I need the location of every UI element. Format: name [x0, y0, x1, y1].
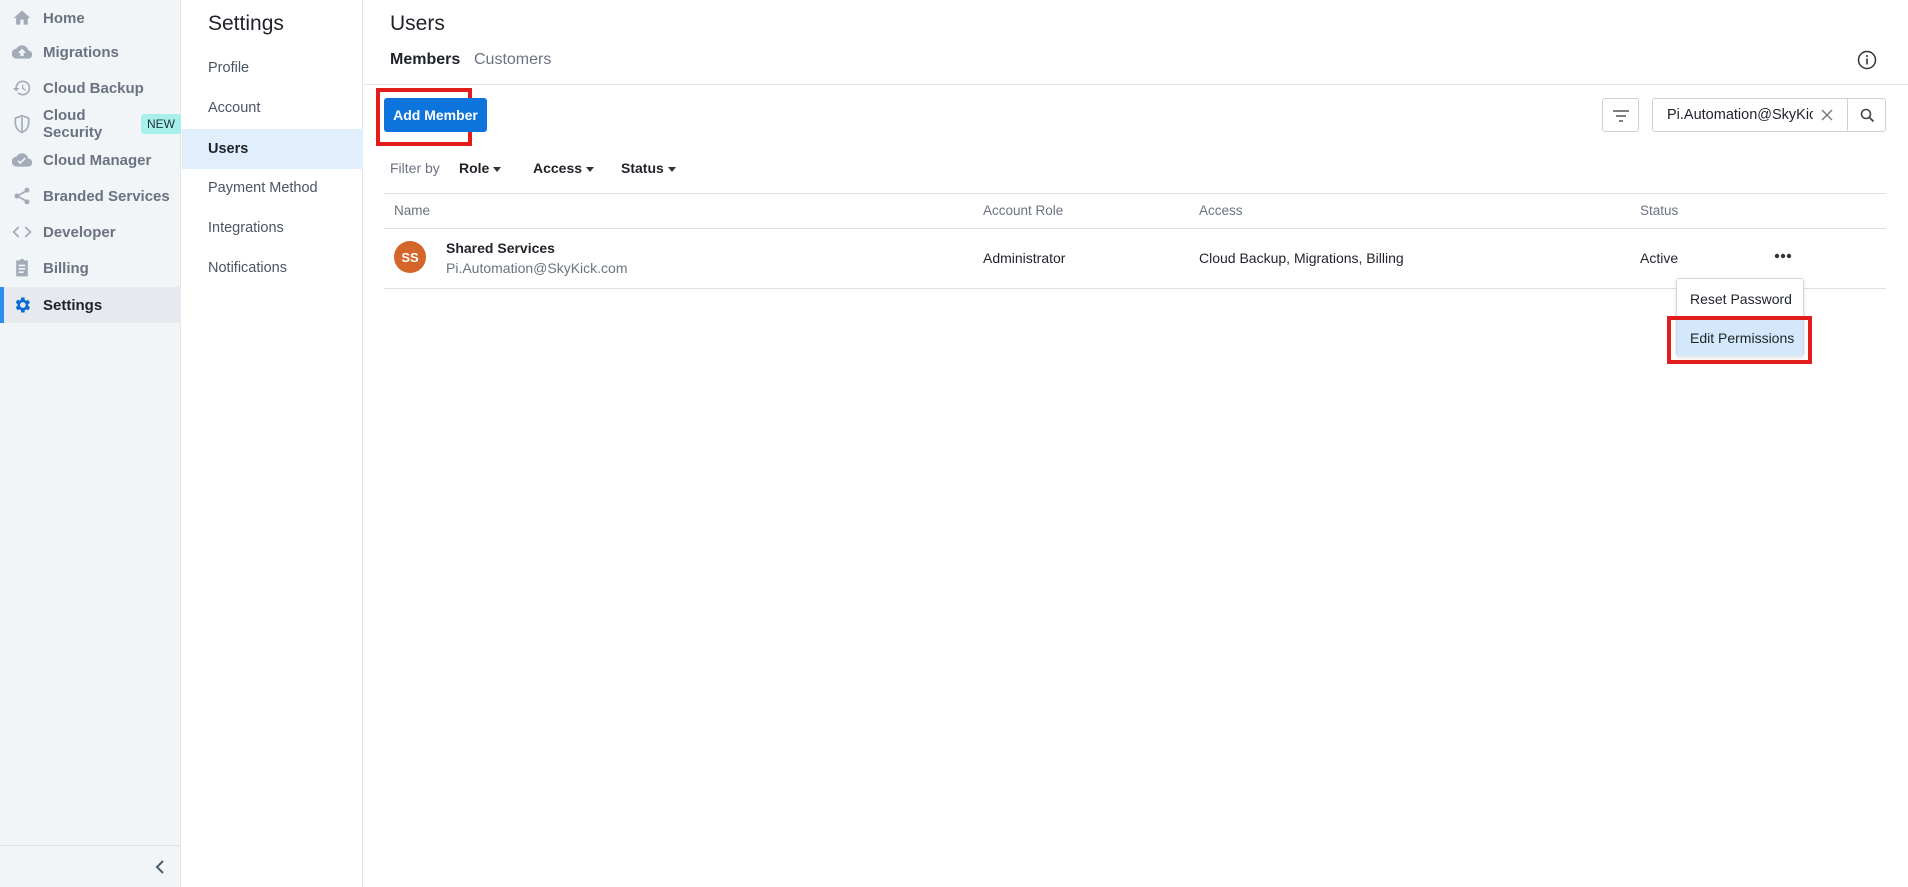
member-status: Active: [1640, 250, 1679, 266]
row-border: [384, 288, 1886, 289]
settings-item-profile[interactable]: Profile: [182, 48, 363, 88]
home-icon: [12, 8, 32, 28]
nav-item-cloud-security[interactable]: Cloud Security NEW: [0, 106, 181, 142]
sidebar-nav: Home Migrations Cloud Backup Cloud Secur…: [0, 0, 181, 887]
nav-label: Developer: [43, 223, 116, 241]
search-icon: [1860, 108, 1875, 123]
nav-item-billing[interactable]: Billing: [0, 250, 181, 286]
table-row[interactable]: SS Shared Services Pi.Automation@SkyKick…: [384, 229, 1886, 288]
tab-customers[interactable]: Customers: [474, 51, 551, 69]
info-icon[interactable]: [1857, 50, 1877, 70]
settings-item-payment-method[interactable]: Payment Method: [182, 168, 363, 208]
nav-label: Branded Services: [43, 187, 170, 205]
caret-down-icon: [667, 166, 676, 172]
history-icon: [12, 78, 32, 98]
search-input[interactable]: [1653, 99, 1813, 131]
menu-item-reset-password[interactable]: Reset Password: [1677, 279, 1803, 319]
nav-item-home[interactable]: Home: [0, 0, 181, 36]
column-header-status: Status: [1640, 203, 1679, 218]
role-filter-label: Role: [459, 160, 490, 176]
settings-title: Settings: [208, 12, 284, 35]
column-header-name: Name: [394, 203, 431, 218]
cloud-check-icon: [12, 150, 32, 170]
gear-icon: [12, 295, 32, 315]
code-icon: [12, 222, 32, 242]
settings-panel: Settings Profile Account Users Payment M…: [182, 0, 363, 887]
role-filter-dropdown[interactable]: Role: [459, 160, 502, 176]
settings-item-integrations[interactable]: Integrations: [182, 208, 363, 248]
status-filter-label: Status: [621, 160, 664, 176]
member-email: Pi.Automation@SkyKick.com: [446, 260, 628, 276]
settings-item-notifications[interactable]: Notifications: [182, 248, 363, 288]
search-box: [1652, 98, 1886, 132]
nav-label: Billing: [43, 259, 89, 277]
clipboard-icon: [12, 258, 32, 278]
nav-label: Migrations: [43, 43, 119, 61]
member-role: Administrator: [983, 250, 1066, 266]
column-header-account-role: Account Role: [983, 203, 1064, 218]
new-badge: NEW: [141, 114, 181, 134]
settings-item-account[interactable]: Account: [182, 88, 363, 128]
filter-button[interactable]: [1602, 98, 1639, 132]
shield-icon: [12, 114, 32, 134]
member-name: Shared Services: [446, 240, 555, 256]
collapse-sidebar-button[interactable]: [0, 845, 181, 887]
table-top-border: [384, 193, 1886, 194]
nav-label: Home: [43, 9, 85, 27]
add-member-button[interactable]: Add Member: [384, 98, 487, 132]
tab-members[interactable]: Members: [390, 51, 460, 69]
chevron-left-icon: [155, 860, 164, 874]
share-icon: [12, 186, 32, 206]
cloud-upload-icon: [12, 42, 32, 62]
page-title: Users: [390, 12, 445, 35]
filter-icon: [1613, 110, 1629, 122]
caret-down-icon: [493, 166, 502, 172]
nav-item-settings[interactable]: Settings: [0, 287, 181, 323]
nav-label: Cloud Manager: [43, 151, 152, 169]
header-divider: [364, 84, 1908, 85]
nav-label: Settings: [43, 296, 103, 314]
highlight-box: [1667, 316, 1812, 364]
nav-item-developer[interactable]: Developer: [0, 214, 181, 250]
access-filter-dropdown[interactable]: Access: [533, 160, 595, 176]
nav-item-cloud-manager[interactable]: Cloud Manager: [0, 142, 181, 178]
nav-item-cloud-backup[interactable]: Cloud Backup: [0, 70, 181, 106]
settings-item-users[interactable]: Users: [182, 129, 363, 169]
status-filter-dropdown[interactable]: Status: [621, 160, 676, 176]
nav-item-migrations[interactable]: Migrations: [0, 34, 181, 70]
caret-down-icon: [586, 166, 595, 172]
filter-by-label: Filter by: [390, 160, 440, 176]
clear-icon[interactable]: [1821, 109, 1833, 121]
more-actions-icon[interactable]: [1774, 253, 1792, 259]
search-button[interactable]: [1847, 99, 1885, 131]
nav-label: Cloud Backup: [43, 79, 144, 97]
nav-label: Cloud Security: [43, 107, 103, 141]
nav-item-branded-services[interactable]: Branded Services: [0, 178, 181, 214]
access-filter-label: Access: [533, 160, 583, 176]
member-access: Cloud Backup, Migrations, Billing: [1199, 250, 1404, 266]
column-header-access: Access: [1199, 203, 1243, 218]
avatar-initials: SS: [394, 241, 426, 273]
main-content: Users Members Customers Add Member Filte…: [364, 0, 1908, 887]
